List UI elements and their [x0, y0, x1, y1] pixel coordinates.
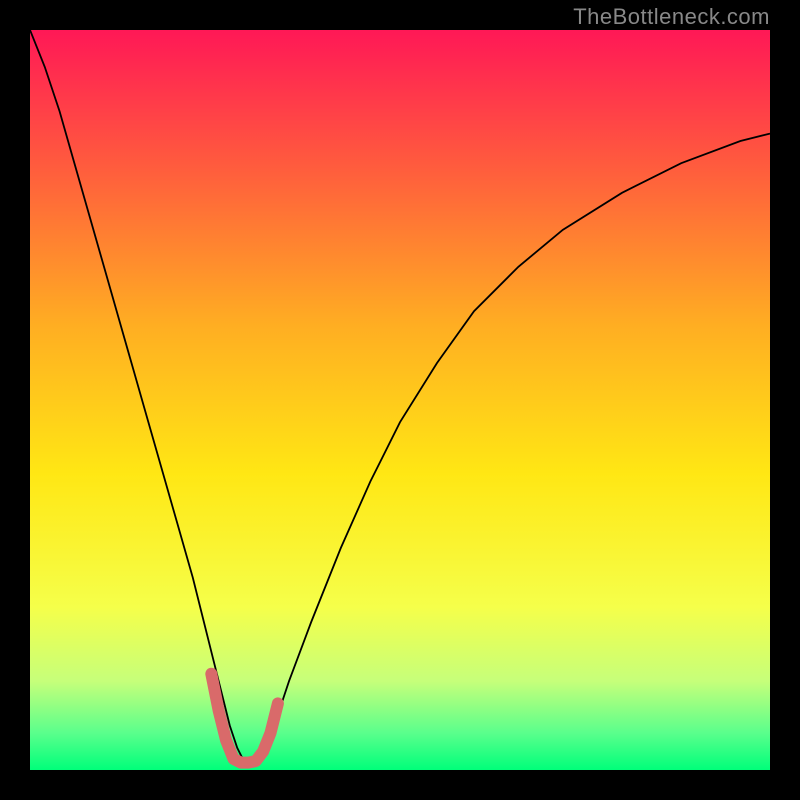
chart-svg — [30, 30, 770, 770]
watermark-text: TheBottleneck.com — [573, 4, 770, 30]
outer-frame: TheBottleneck.com — [0, 0, 800, 800]
gradient-background — [30, 30, 770, 770]
plot-area — [30, 30, 770, 770]
